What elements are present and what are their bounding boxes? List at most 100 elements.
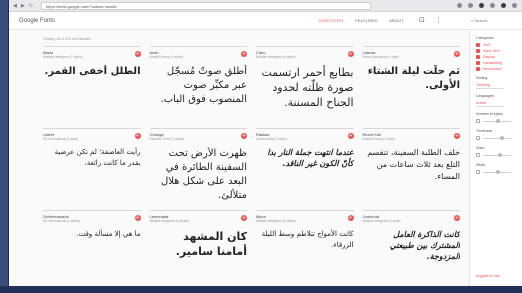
font-meta: Multiple designers (4 styles) xyxy=(149,219,190,223)
font-card[interactable]: Rakkas Zeynep Akay (1 style) + عندما انت… xyxy=(256,128,354,210)
reload-icon[interactable]: ↻ xyxy=(29,3,33,9)
extension-icon[interactable] xyxy=(501,3,506,8)
category-handwriting[interactable]: Handwriting xyxy=(476,61,517,65)
add-font-icon[interactable]: + xyxy=(134,133,141,139)
more-icon[interactable]: ⋮ xyxy=(435,16,442,24)
font-sample: ظهرت الأرض تحت السفينة الطائرة في البعد … xyxy=(160,148,247,201)
checkbox-icon[interactable] xyxy=(476,136,480,140)
add-font-icon[interactable]: + xyxy=(347,215,354,221)
slider-handle[interactable] xyxy=(496,170,500,174)
app-header: Google Fonts DIRECTORY FEATURED ABOUT ⊡ … xyxy=(9,12,522,30)
add-font-icon[interactable]: + xyxy=(134,51,141,57)
extension-icons xyxy=(457,3,517,8)
font-sample: أطلق صوتٌ مُسجّل عبر مكبِّر صوت المنصوب … xyxy=(160,66,247,105)
font-sample: ما هي إلا مسألة وقت. xyxy=(76,230,141,238)
slider-track[interactable] xyxy=(483,155,511,156)
font-card[interactable]: Mada Multiple designers (7 styles) + الط… xyxy=(43,46,141,128)
add-font-icon[interactable]: + xyxy=(241,133,247,139)
category-sans-serif[interactable]: Sans Serif xyxy=(476,49,517,53)
font-card[interactable]: Amiri Khaled Hosny (4 styles) + أطلق صوت… xyxy=(149,46,247,128)
category-serif[interactable]: Serif xyxy=(476,43,517,47)
font-card[interactable]: Changa Eduardo Tunni (7 styles) + ظهرت ا… xyxy=(149,128,247,210)
font-meta: Multiple designers (6 styles) xyxy=(256,55,296,59)
browser-window: ◀ ▶ ↻ https://fonts.google.com/?subset=a… xyxy=(8,0,522,286)
desk-edge xyxy=(0,0,8,293)
checkbox-icon[interactable] xyxy=(476,119,480,123)
checkbox-icon[interactable] xyxy=(476,55,480,59)
styles-slider[interactable] xyxy=(476,119,517,124)
checkbox-icon[interactable] xyxy=(476,170,480,174)
brand-logo[interactable]: Google Fonts xyxy=(19,18,55,24)
font-card[interactable]: Lateef SIL International (1 style) + رأي… xyxy=(43,128,141,210)
extension-icon[interactable] xyxy=(468,3,473,8)
main-nav: DIRECTORY FEATURED ABOUT xyxy=(319,18,404,23)
font-card[interactable]: Reem Kufi Khaled Hosny (1 style) + خلف ا… xyxy=(362,128,460,210)
sorting-select[interactable]: Trending xyxy=(476,83,504,89)
font-card[interactable]: Lalezar Borna Izadpanah (1 style) + ثم ح… xyxy=(362,46,460,128)
checkbox-icon[interactable] xyxy=(476,49,480,53)
font-sample: الطلل أخفى القمر. xyxy=(44,66,141,77)
search-input[interactable]: ⌕ Search xyxy=(471,17,517,25)
font-card[interactable]: Scheherazade SIL International (2 styles… xyxy=(43,210,141,292)
font-card[interactable]: Lemonada Multiple designers (4 styles) +… xyxy=(149,210,247,292)
category-label: Sans Serif xyxy=(483,49,500,53)
category-label: Monospace xyxy=(483,67,502,71)
menu-icon[interactable] xyxy=(512,3,517,8)
results-count: Viewing 16 of 915 font families xyxy=(43,37,91,41)
font-meta: Khaled Hosny (4 styles) xyxy=(149,55,184,59)
back-icon[interactable]: ◀ xyxy=(13,3,17,9)
font-card[interactable]: Cairo Multiple designers (6 styles) + بط… xyxy=(256,46,354,128)
checkbox-icon[interactable] xyxy=(476,43,480,47)
add-font-icon[interactable]: + xyxy=(241,215,247,221)
extension-icon[interactable] xyxy=(479,3,484,8)
category-label: Handwriting xyxy=(483,61,502,65)
extension-icon[interactable] xyxy=(490,3,495,8)
add-font-icon[interactable]: + xyxy=(241,51,247,57)
add-font-icon[interactable]: + xyxy=(347,51,354,57)
search-label: Search xyxy=(474,18,488,23)
slider-handle[interactable] xyxy=(498,153,502,157)
font-sample: بطابع أحمر ارتسمت صورة ظلّته لحدود الجنا… xyxy=(261,66,354,109)
category-display[interactable]: Display xyxy=(476,55,517,59)
nav-featured[interactable]: FEATURED xyxy=(355,18,378,23)
filter-sidebar: Categories Serif Sans Serif Display Hand… xyxy=(469,30,522,286)
add-font-icon[interactable]: + xyxy=(454,133,460,139)
font-sample: خلف الطلبة السفينة، تنقسم التلع بعد ثلاث… xyxy=(367,148,460,181)
font-meta: Borna Izadpanah (1 style) xyxy=(362,55,400,59)
language-select[interactable]: Arabic xyxy=(476,101,504,107)
extension-icon[interactable] xyxy=(457,3,462,8)
browser-toolbar: ◀ ▶ ↻ https://fonts.google.com/?subset=a… xyxy=(9,0,522,12)
width-slider[interactable] xyxy=(476,170,517,175)
add-font-icon[interactable]: + xyxy=(454,215,460,221)
categories-title: Categories xyxy=(476,36,494,40)
slider-handle[interactable] xyxy=(500,136,504,140)
nav-about[interactable]: ABOUT xyxy=(389,18,404,23)
slider-handle[interactable] xyxy=(496,119,500,123)
slider-track[interactable] xyxy=(483,138,511,139)
sorting-title: Sorting xyxy=(476,76,488,80)
font-sample: كان المشهد أمامنا سامير. xyxy=(175,230,247,258)
checkbox-icon[interactable] xyxy=(476,67,480,71)
nav-directory[interactable]: DIRECTORY xyxy=(319,18,344,23)
add-font-icon[interactable]: + xyxy=(347,133,354,139)
slant-slider[interactable] xyxy=(476,153,517,158)
thickness-slider[interactable] xyxy=(476,136,517,141)
add-font-icon[interactable]: + xyxy=(454,51,460,57)
address-bar[interactable]: https://fonts.google.com/?subset=arabic xyxy=(40,1,371,10)
font-meta: Khaled Hosny (1 style) xyxy=(362,137,395,141)
font-card[interactable]: Mirza Multiple designers (4 styles) + كا… xyxy=(256,210,354,292)
category-monospace[interactable]: Monospace xyxy=(476,67,517,71)
suggest-link[interactable]: Suggest to Help xyxy=(476,274,500,278)
checkbox-icon[interactable] xyxy=(476,61,480,65)
font-sample: كانت الذاكرة العامل المشترك بين طبيعتي ا… xyxy=(389,230,460,261)
forward-icon[interactable]: ▶ xyxy=(21,3,25,9)
font-meta: Multiple designers (4 styles) xyxy=(256,219,296,223)
languages-title: Languages xyxy=(476,94,494,98)
checkbox-icon[interactable] xyxy=(476,153,480,157)
font-meta: Zeynep Akay (1 style) xyxy=(256,137,287,141)
collection-icon[interactable]: ⊡ xyxy=(419,16,425,24)
font-card[interactable]: Jomhuria Multiple designers (1 style) + … xyxy=(362,210,460,292)
add-font-icon[interactable]: + xyxy=(134,215,141,221)
search-icon: ⌕ xyxy=(471,18,474,23)
font-sample: ثم حلّت ليلة الشتاء الأولى. xyxy=(367,66,460,91)
